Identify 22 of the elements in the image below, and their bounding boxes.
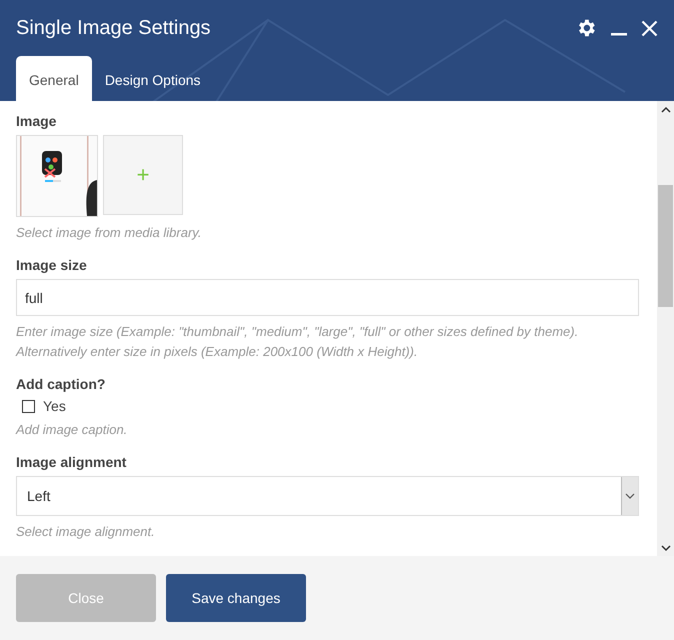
field-label: Image size	[16, 257, 88, 273]
input-field[interactable]: full	[16, 279, 639, 316]
save-button[interactable]: Save changes	[166, 574, 306, 622]
select-field[interactable]: Left	[16, 476, 639, 516]
close-icon[interactable]	[641, 20, 658, 36]
tab[interactable]: Design Options	[92, 56, 214, 101]
field-label: Image alignment	[16, 454, 128, 470]
tab[interactable]: General	[16, 56, 92, 101]
scrollbar-thumb[interactable]	[658, 185, 673, 307]
field-label: Image	[16, 113, 58, 129]
help-text: Select image alignment.	[16, 523, 156, 541]
window-title: Single Image Settings	[16, 16, 212, 40]
help-text: Enter image size (Example: "thumbnail", "medium", "large", "full" or other sizes defined by theme). Alternatively enter size in pixels (Example: 200x100 (Width x Height)).	[16, 323, 580, 361]
help-text: Add image caption.	[16, 421, 128, 439]
scroll-down-icon[interactable]	[660, 544, 670, 552]
checkbox-label[interactable]: Yes	[43, 398, 66, 414]
scrollbar[interactable]	[657, 101, 674, 556]
chevron-down-icon	[621, 477, 638, 515]
checkbox[interactable]	[22, 400, 35, 412]
scroll-up-icon[interactable]	[660, 106, 670, 114]
help-text: Select image from media library.	[16, 224, 202, 242]
field-label: Add caption?	[16, 376, 106, 392]
